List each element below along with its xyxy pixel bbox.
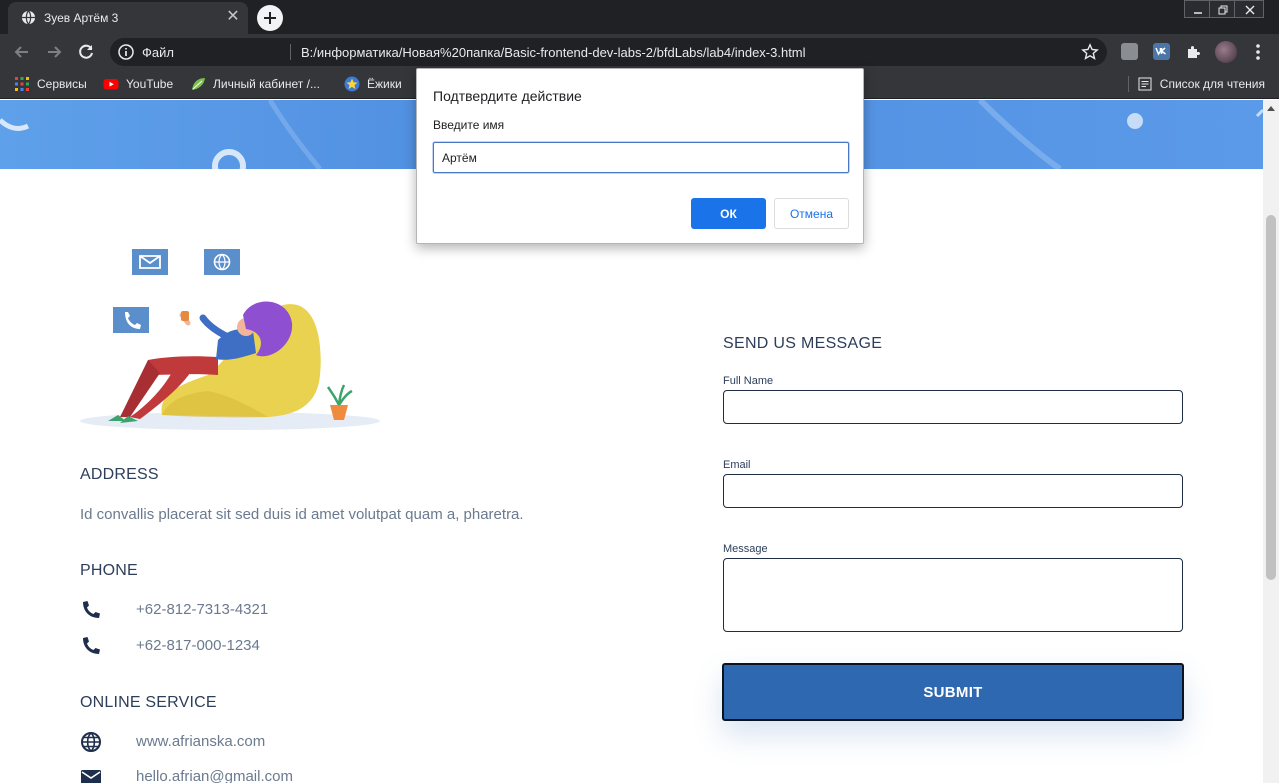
plus-icon (264, 12, 276, 24)
restore-icon (1218, 5, 1228, 15)
email-label: Email (723, 459, 751, 471)
leaf-icon (192, 78, 205, 90)
minimize-button[interactable] (1184, 0, 1210, 18)
bookmark-youtube[interactable]: YouTube (103, 70, 173, 98)
bookmark-cabinet[interactable]: Личный кабинет /... (190, 70, 320, 98)
youtube-icon (103, 79, 119, 90)
close-window-button[interactable] (1234, 0, 1264, 18)
website-link[interactable]: www.afrianska.com (136, 733, 265, 750)
puzzle-icon[interactable] (1185, 43, 1202, 60)
phone-icon (83, 601, 100, 618)
apps-grid-icon (15, 77, 29, 91)
bookmarks-divider (1128, 76, 1129, 92)
page-scrollbar[interactable] (1263, 100, 1279, 783)
tab-title: Зуев Артём 3 (44, 11, 119, 25)
menu-dots-icon[interactable] (1250, 43, 1266, 61)
back-arrow-icon[interactable] (12, 42, 32, 62)
phone-number[interactable]: +62-817-000-1234 (136, 637, 260, 654)
url-text[interactable]: B:/информатика/Новая%20папка/Basic-front… (301, 45, 806, 60)
bookmark-label: Сервисы (37, 77, 87, 91)
bookmark-label: YouTube (126, 77, 174, 91)
star-badge-icon (344, 76, 360, 92)
restore-button[interactable] (1209, 0, 1235, 18)
email-link[interactable]: hello.afrian@gmail.com (136, 768, 293, 783)
form-title: SEND US MESSAGE (723, 335, 883, 352)
browser-toolbar: Файл B:/информатика/Новая%20папка/Basic-… (0, 34, 1279, 70)
vk-logo-icon (1155, 47, 1166, 56)
phone-heading: PHONE (80, 562, 138, 579)
minimize-icon (1194, 12, 1202, 14)
submit-button[interactable]: SUBMIT (722, 663, 1184, 721)
extension-icon[interactable] (1121, 43, 1138, 60)
phone-card (113, 307, 149, 333)
bookmark-label: Личный кабинет /... (213, 77, 320, 91)
full-name-input[interactable] (723, 390, 1183, 424)
url-scheme: Файл (142, 45, 174, 60)
dialog-title: Подтвердите действие (433, 88, 582, 104)
reading-list-button[interactable]: Список для чтения (1138, 70, 1265, 98)
bookmark-services[interactable]: Сервисы (14, 70, 87, 98)
tab-close-icon[interactable]: ✕ (224, 8, 242, 26)
message-textarea[interactable] (723, 558, 1183, 632)
globe-icon (81, 732, 101, 752)
star-icon[interactable] (1081, 43, 1099, 61)
contact-illustration (80, 249, 380, 430)
bookmark-label: Ёжики (367, 77, 402, 91)
envelope-icon (81, 770, 101, 783)
url-separator (290, 44, 291, 60)
tab-active[interactable]: Зуев Артём 3 ✕ (8, 2, 248, 34)
full-name-label: Full Name (723, 375, 774, 387)
forward-arrow-icon[interactable] (44, 42, 64, 62)
reading-list-label: Список для чтения (1159, 77, 1265, 91)
phone-icon (83, 637, 100, 654)
cancel-button[interactable]: Отмена (774, 198, 849, 229)
close-icon (1245, 5, 1255, 15)
scroll-up-arrow-icon[interactable] (1267, 106, 1275, 111)
vk-icon[interactable] (1153, 43, 1170, 60)
prompt-dialog: Подтвердите действие Введите имя ОК Отме… (416, 68, 864, 244)
bookmark-ezhiki[interactable]: Ёжики (344, 70, 402, 98)
avatar[interactable] (1215, 41, 1237, 63)
reload-icon[interactable] (76, 42, 96, 62)
phone-number[interactable]: +62-812-7313-4321 (136, 601, 268, 618)
email-input[interactable] (723, 474, 1183, 508)
name-input[interactable] (433, 142, 849, 173)
address-heading: ADDRESS (80, 466, 159, 483)
online-service-heading: ONLINE SERVICE (80, 694, 217, 711)
ok-button[interactable]: ОК (691, 198, 766, 229)
tab-strip: Зуев Артём 3 ✕ (0, 0, 1279, 34)
dialog-message: Введите имя (433, 118, 505, 132)
info-icon[interactable] (118, 44, 134, 60)
address-text: Id convallis placerat sit sed duis id am… (80, 506, 524, 523)
scrollbar-thumb[interactable] (1266, 215, 1276, 580)
reading-list-icon (1138, 77, 1152, 91)
new-tab-button[interactable] (257, 5, 283, 31)
globe-icon (21, 10, 36, 25)
message-label: Message (723, 543, 768, 555)
address-bar[interactable]: Файл B:/информатика/Новая%20папка/Basic-… (110, 38, 1107, 66)
